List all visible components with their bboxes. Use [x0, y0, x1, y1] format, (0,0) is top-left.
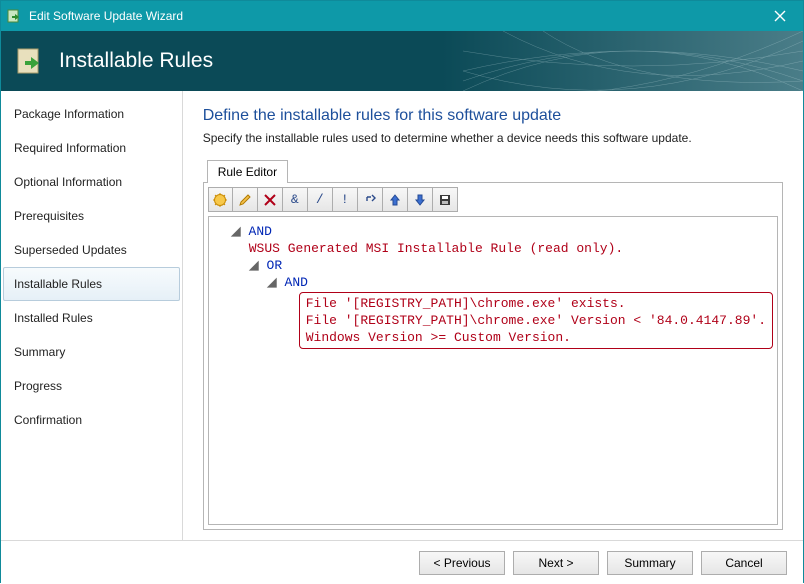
sidebar-item-progress[interactable]: Progress	[3, 369, 180, 403]
collapse-icon[interactable]: ◢	[231, 223, 241, 240]
banner-mesh-decoration	[463, 31, 803, 91]
sidebar-item-superseded-updates[interactable]: Superseded Updates	[3, 233, 180, 267]
window-title: Edit Software Update Wizard	[29, 9, 757, 23]
page-subtitle: Specify the installable rules used to de…	[203, 131, 783, 145]
tree-leaf-file-exists[interactable]: File '[REGISTRY_PATH]\chrome.exe' exists…	[306, 295, 766, 312]
edit-rule-button[interactable]	[233, 187, 258, 212]
ungroup-button[interactable]	[358, 187, 383, 212]
new-rule-button[interactable]	[208, 187, 233, 212]
tab-rule-editor[interactable]: Rule Editor	[207, 160, 288, 183]
title-bar: Edit Software Update Wizard	[1, 1, 803, 31]
sidebar-item-package-information[interactable]: Package Information	[3, 97, 180, 131]
previous-button[interactable]: < Previous	[419, 551, 505, 575]
summary-button[interactable]: Summary	[607, 551, 693, 575]
banner-title: Installable Rules	[59, 49, 213, 73]
rule-toolbar: & / !	[208, 187, 778, 212]
close-button[interactable]	[757, 1, 803, 31]
and-group-button[interactable]: &	[283, 187, 308, 212]
wizard-sidebar: Package InformationRequired InformationO…	[1, 91, 183, 540]
selected-rules-group[interactable]: File '[REGISTRY_PATH]\chrome.exe' exists…	[299, 292, 773, 349]
banner-icon	[15, 45, 47, 77]
sidebar-item-summary[interactable]: Summary	[3, 335, 180, 369]
app-icon	[7, 8, 23, 24]
collapse-icon[interactable]: ◢	[267, 274, 277, 291]
tab-panel: & / ! ◢ AND	[203, 182, 783, 530]
content-area: Define the installable rules for this so…	[183, 91, 803, 540]
move-down-button[interactable]	[408, 187, 433, 212]
not-button[interactable]: !	[333, 187, 358, 212]
tree-node-or[interactable]: ◢ OR	[213, 257, 773, 274]
page-heading: Define the installable rules for this so…	[203, 107, 783, 125]
sidebar-item-optional-information[interactable]: Optional Information	[3, 165, 180, 199]
tree-node-and-root[interactable]: ◢ AND	[213, 223, 773, 240]
move-up-button[interactable]	[383, 187, 408, 212]
collapse-icon[interactable]: ◢	[249, 257, 259, 274]
delete-rule-button[interactable]	[258, 187, 283, 212]
sidebar-item-installed-rules[interactable]: Installed Rules	[3, 301, 180, 335]
sidebar-item-prerequisites[interactable]: Prerequisites	[3, 199, 180, 233]
tree-node-and-inner[interactable]: ◢ AND	[213, 274, 773, 291]
sidebar-item-required-information[interactable]: Required Information	[3, 131, 180, 165]
cancel-button[interactable]: Cancel	[701, 551, 787, 575]
tree-node-readonly-rule[interactable]: WSUS Generated MSI Installable Rule (rea…	[213, 240, 773, 257]
tree-leaf-file-version[interactable]: File '[REGISTRY_PATH]\chrome.exe' Versio…	[306, 312, 766, 329]
sidebar-item-confirmation[interactable]: Confirmation	[3, 403, 180, 437]
wizard-footer: < Previous Next > Summary Cancel	[1, 540, 803, 584]
rule-editor-area[interactable]: ◢ AND WSUS Generated MSI Installable Rul…	[208, 216, 778, 525]
banner: Installable Rules	[1, 31, 803, 91]
tree-leaf-windows-version[interactable]: Windows Version >= Custom Version.	[306, 329, 766, 346]
next-button[interactable]: Next >	[513, 551, 599, 575]
save-rules-button[interactable]	[433, 187, 458, 212]
tab-strip: Rule Editor	[207, 159, 783, 182]
or-group-button[interactable]: /	[308, 187, 333, 212]
sidebar-item-installable-rules[interactable]: Installable Rules	[3, 267, 180, 301]
